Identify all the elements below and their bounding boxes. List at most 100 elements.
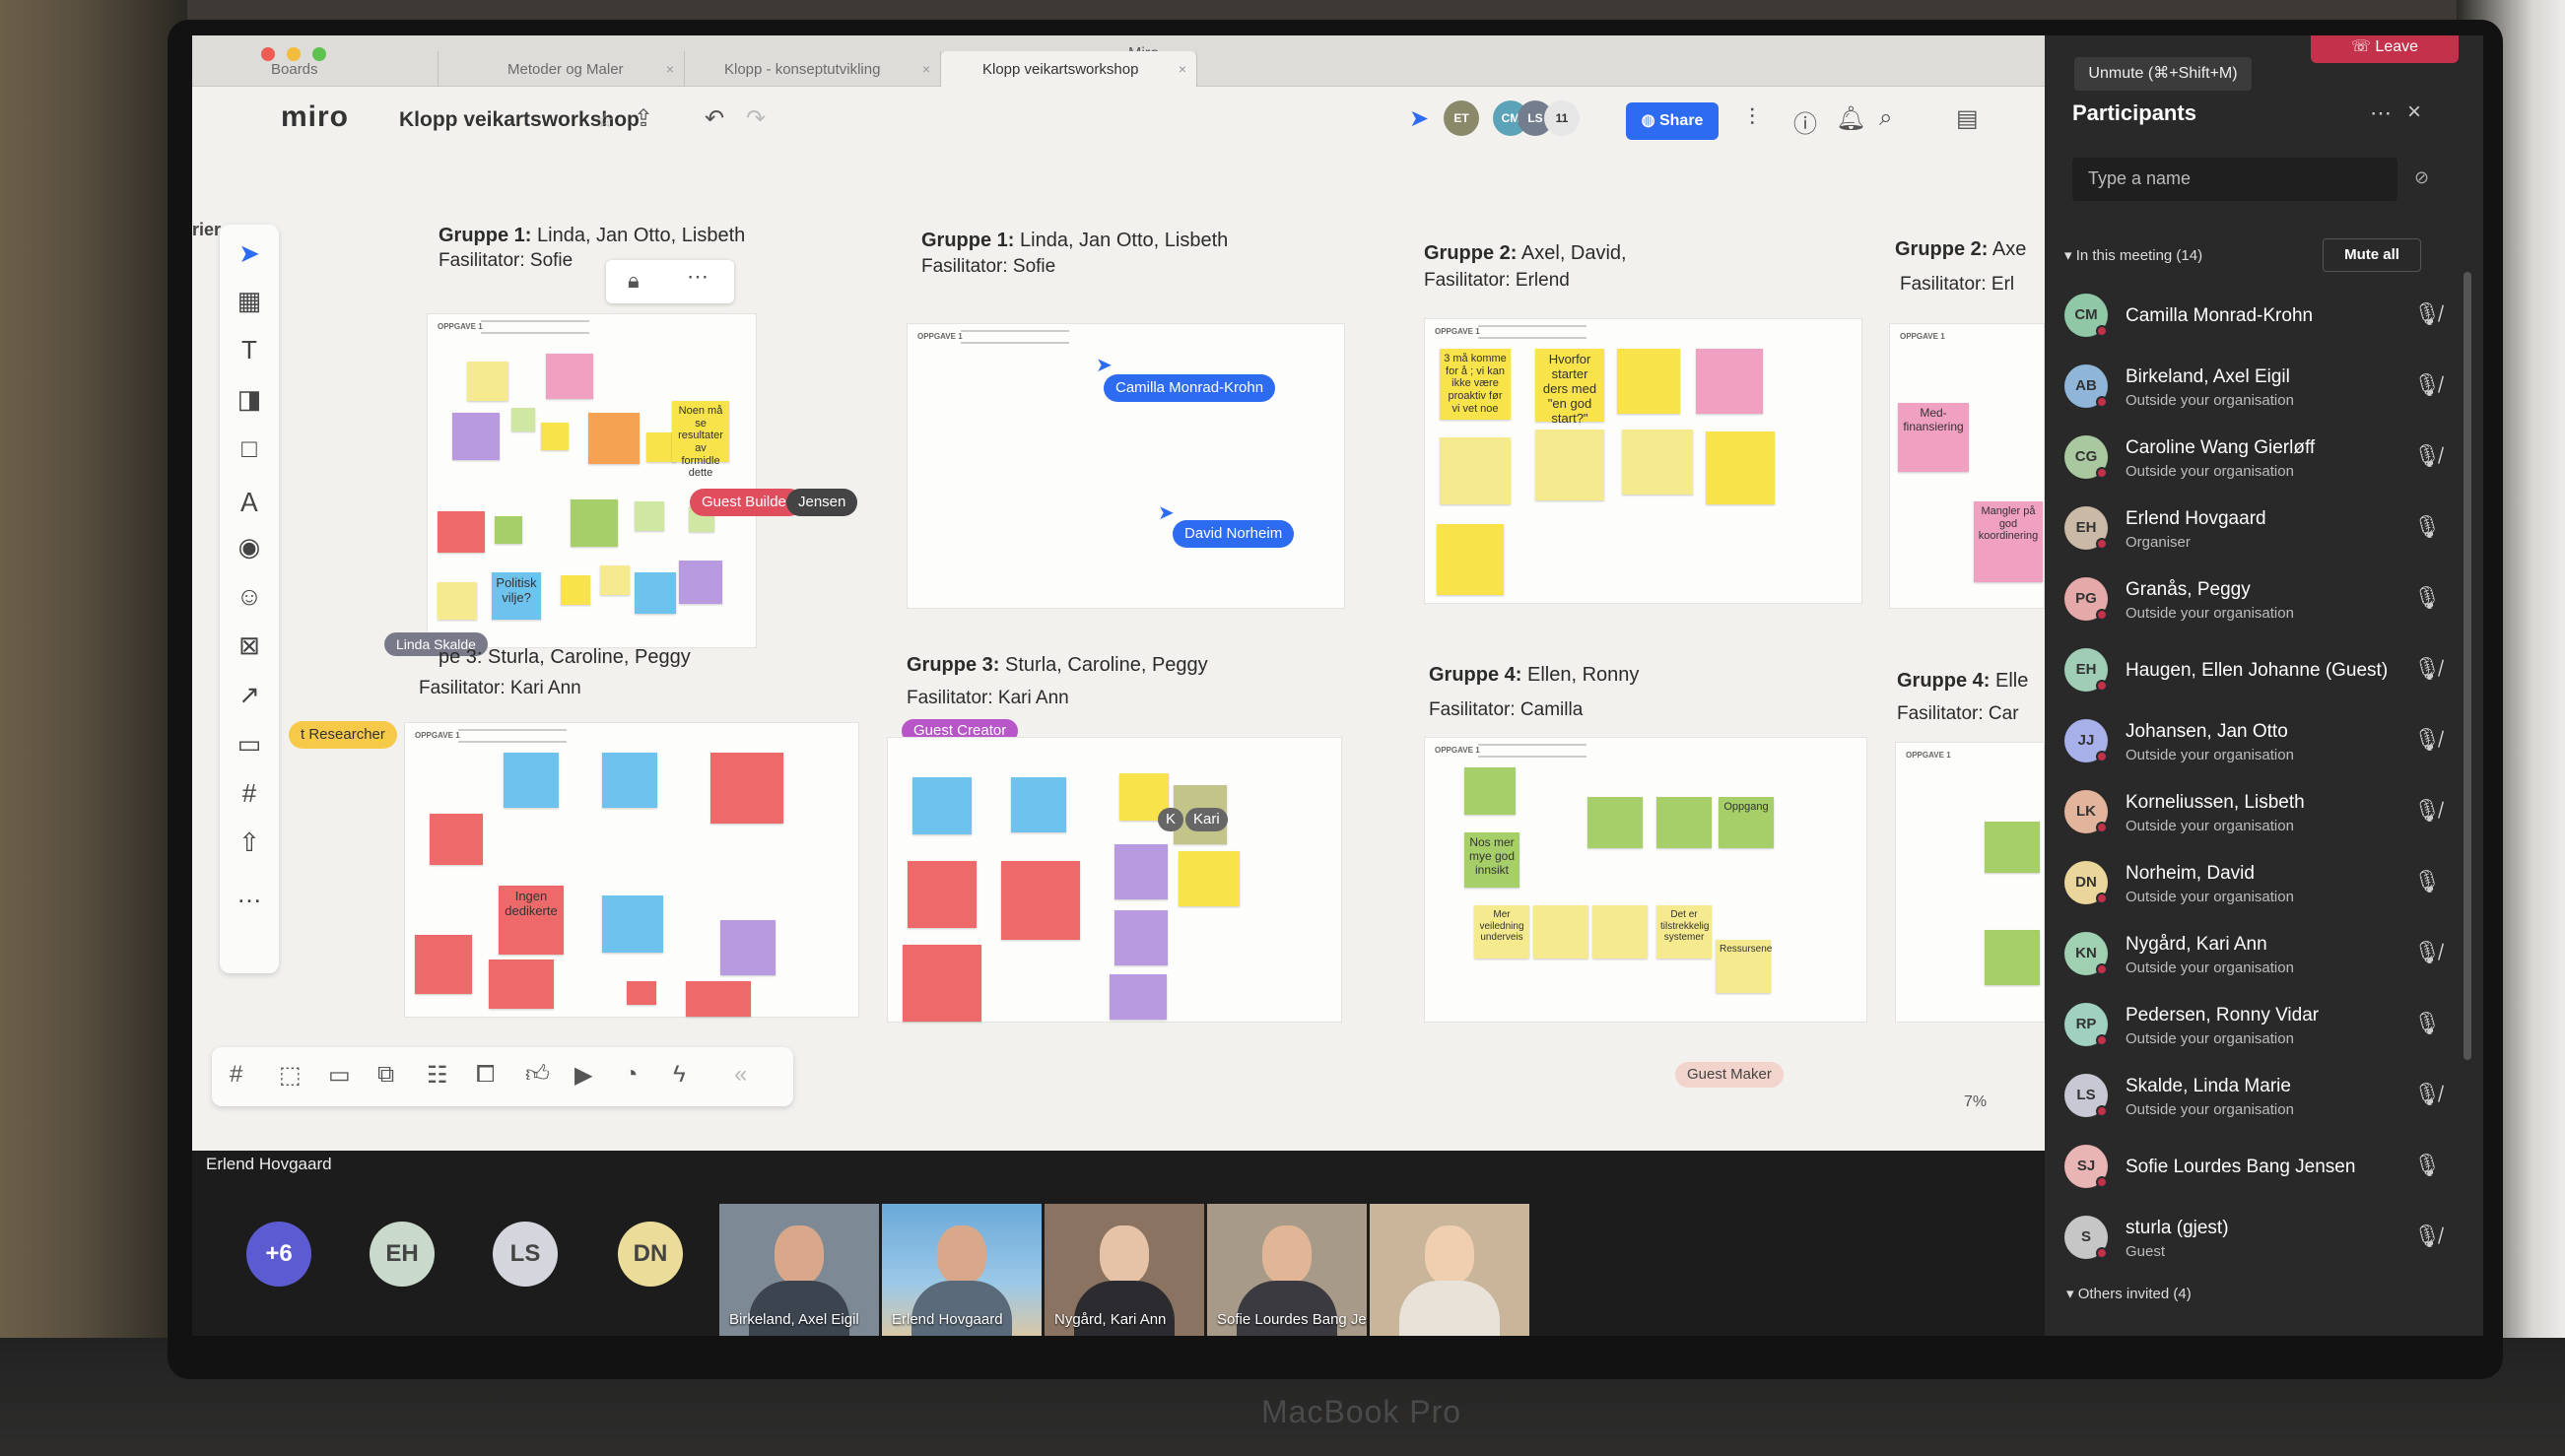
search-icon[interactable]: ⌕ [1879,104,1892,132]
sticky-note[interactable] [1114,844,1168,899]
sticky-note[interactable] [1617,349,1680,414]
pointer-mode-icon[interactable]: ➤ [1409,104,1429,133]
sticky-note[interactable]: Hvorfor starter ders med "en god start?" [1535,349,1604,426]
frame-tool-icon[interactable]: # [220,778,279,809]
sticky-note[interactable] [438,511,485,553]
settings-sliders-icon[interactable]: ⫶ [1749,104,1755,132]
collapse-icon[interactable]: « [734,1061,747,1089]
sticky-note[interactable] [1535,430,1604,500]
connector-tool-icon[interactable]: ↗ [220,680,279,710]
mic-off-icon[interactable]: 🎙︎̸ [2413,798,2441,824]
text-tool-icon[interactable]: T [220,335,279,365]
mic-icon[interactable]: 🎙︎ [2413,869,2441,894]
mic-off-icon[interactable]: 🎙︎̸ [2413,1082,2441,1107]
upload-tool-icon[interactable]: ⇧ [220,827,279,858]
pen-tool-icon[interactable]: Ａ [220,483,279,519]
timer-icon[interactable]: ◔ [624,1061,639,1089]
workshop-frame[interactable]: OPPGAVE 1 [1895,742,2045,1023]
sticky-note[interactable] [1696,349,1763,414]
sticky-note[interactable] [438,582,477,620]
close-tab-icon[interactable]: × [666,61,674,77]
collaborator-count[interactable]: 11 [1544,100,1580,136]
sticky-note[interactable] [561,575,590,605]
lock-icon[interactable]: 🔒︎ [628,268,640,294]
participant-row[interactable]: LS Skalde, Linda Marie Outside your organi… [2064,1062,2459,1131]
participant-row[interactable]: EH Erlend Hovgaard Organiser 🎙︎ [2064,495,2459,563]
sticky-note[interactable]: Mer veiledning underveis [1474,905,1529,959]
avatar[interactable]: EH [370,1222,435,1287]
participant-row[interactable]: CG Caroline Wang Gierløff Outside your org… [2064,424,2459,493]
notes-panel-icon[interactable]: ▤ [1956,104,1979,133]
participant-row[interactable]: PG Granås, Peggy Outside your organisation… [2064,565,2459,634]
workshop-frame[interactable]: OPPGAVE 1 [907,323,1345,609]
close-tab-icon[interactable]: × [1179,61,1186,77]
scrollbar[interactable] [2464,272,2471,1060]
sticky-note[interactable] [720,920,776,975]
shape-tool-icon[interactable]: □ [220,433,279,464]
sticky-note[interactable] [1011,777,1066,832]
comments-icon[interactable]: ▭ [328,1061,351,1090]
sticky-note[interactable]: Mangler på god koordinering [1974,501,2043,582]
sticky-note[interactable] [1440,437,1511,504]
tab-metoder[interactable]: Metoder og Maler × [439,51,685,87]
sticky-note[interactable] [710,753,783,824]
mic-icon[interactable]: 🎙︎ [2413,585,2441,611]
mic-icon[interactable]: 🎙︎ [2413,1011,2441,1036]
workshop-frame[interactable]: OPPGAVE 1 Med-finansiering Mangler på go… [1889,323,2045,609]
sticky-note[interactable] [489,960,554,1009]
participant-row[interactable]: AB Birkeland, Axel Eigil Outside your orga… [2064,353,2459,422]
sticky-note[interactable] [546,354,593,399]
board-canvas[interactable]: rier ➤ ▦ T ◨ □ Ａ ◉ ☺ ⊠ ↗ ▭ # ⇧ … Gruppe … [192,156,2045,1151]
mic-icon[interactable]: 🎙︎ [2413,514,2441,540]
sticky-note[interactable]: Oppgang [1719,797,1774,848]
sticky-note[interactable] [1706,431,1775,504]
participant-row[interactable]: RP Pedersen, Ronny Vidar Outside your orga… [2064,991,2459,1060]
search-input[interactable]: Type a name [2072,158,2397,201]
bell-icon[interactable]: 🔔︎ [1836,104,1865,133]
frames-icon[interactable]: # [230,1061,242,1089]
video-tile[interactable]: Erlend Hovgaard [882,1204,1042,1336]
frame-x-tool-icon[interactable]: ⊠ [220,630,279,661]
mic-off-icon[interactable]: 🎙︎̸ [2413,443,2441,469]
video-tile[interactable]: Birkeland, Axel Eigil [719,1204,879,1336]
sticky-note[interactable] [602,753,657,808]
sticky-note[interactable] [600,565,630,595]
participant-row[interactable]: EH Haugen, Ellen Johanne (Guest) 🎙︎̸ [2064,636,2459,705]
sticky-note[interactable]: Nos mer mye god innsikt [1464,832,1519,888]
video-icon[interactable]: ▶ [574,1061,592,1090]
templates-tool-icon[interactable]: ▦ [220,286,279,316]
video-tile[interactable] [1370,1204,1529,1336]
sticky-note[interactable] [1110,974,1167,1020]
sticky-note[interactable]: Politisk vilje? [492,572,541,620]
participant-row[interactable]: JJ Johansen, Jan Otto Outside your organis… [2064,707,2459,776]
mic-icon[interactable]: 🎙︎ [2413,1153,2441,1178]
sticky-note[interactable] [1464,767,1516,815]
participant-row[interactable]: SJ Sofie Lourdes Bang Jensen 🎙︎ [2064,1133,2459,1202]
sticky-note[interactable] [1622,430,1693,495]
sticky-note[interactable] [1656,797,1712,848]
close-icon[interactable]: × [2407,99,2421,126]
help-icon[interactable]: ⓘ [1793,104,1817,139]
mic-off-icon[interactable]: 🎙︎̸ [2413,372,2441,398]
sticky-note[interactable] [1533,905,1588,959]
sticky-note[interactable] [495,516,522,544]
sticky-note[interactable]: Ingen dedikerte [499,886,564,955]
video-tile[interactable]: Sofie Lourdes Bang Jensen [1207,1204,1367,1336]
workshop-frame[interactable]: OPPGAVE 1 Ingen dedikerte [404,722,859,1018]
mute-all-button[interactable]: Mute all [2323,238,2421,272]
mic-off-icon[interactable]: 🎙︎̸ [2413,301,2441,327]
sticky-note[interactable]: Det er tilstrekkelig systemer [1656,905,1712,959]
redo-icon[interactable]: ↷ [746,104,766,133]
cards-icon[interactable]: ⧉ [377,1061,394,1089]
sticky-note[interactable]: 3 må komme for å ; vi kan ikke være proa… [1440,349,1511,420]
sticky-note[interactable] [1114,910,1168,965]
mic-off-icon[interactable]: 🎙︎̸ [2413,656,2441,682]
list-icon[interactable]: ☷ [427,1061,448,1090]
sticky-note[interactable] [415,935,472,994]
vote-icon[interactable]: 👍︎ [525,1061,550,1089]
sticky-note[interactable] [511,408,535,431]
tab-boards[interactable]: Boards [251,51,439,87]
tab-veikartsworkshop[interactable]: Klopp veikartsworkshop × [941,51,1197,87]
sticky-note[interactable] [602,895,663,953]
sticky-note[interactable] [1179,851,1240,906]
